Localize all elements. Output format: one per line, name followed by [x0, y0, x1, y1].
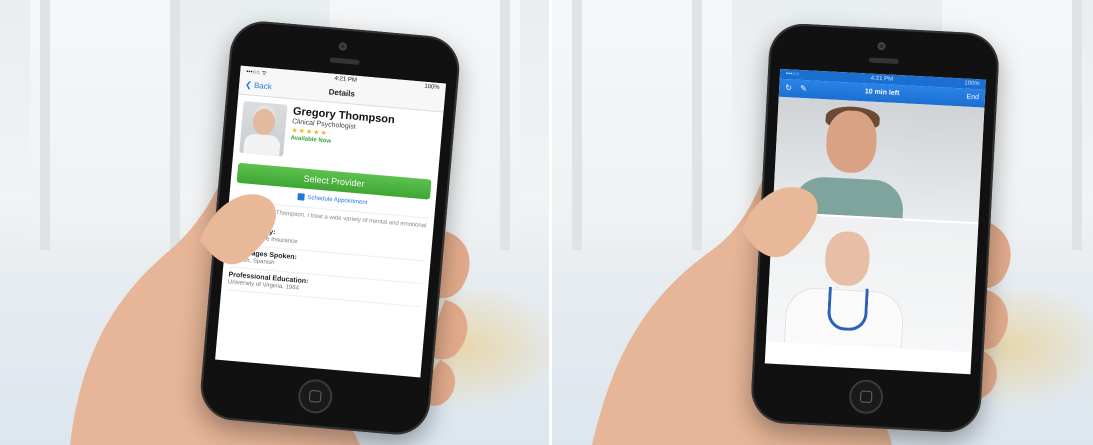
thumb-illustration [742, 187, 818, 258]
left-photo-panel: •••○○ ᯤ 4:21 PM 100% ❮ Back Details Greg… [0, 0, 549, 445]
thumb-illustration [200, 194, 276, 265]
right-photo-panel: •••○○ 4:21 PM 100% ↻ ✎ 10 min left End [552, 0, 1093, 445]
photo-collage: •••○○ ᯤ 4:21 PM 100% ❮ Back Details Greg… [0, 0, 1093, 445]
